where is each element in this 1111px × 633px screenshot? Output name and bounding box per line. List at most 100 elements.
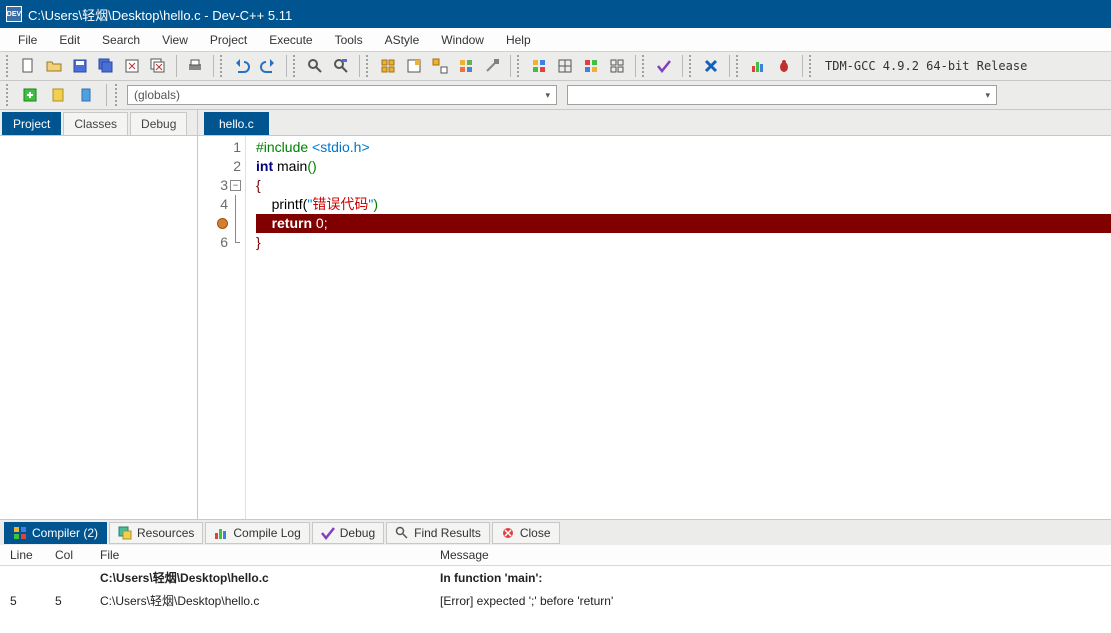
toolbar-grip[interactable] bbox=[115, 84, 119, 106]
bottom-tabs: Compiler (2) Resources Compile Log Debug… bbox=[0, 519, 1111, 545]
rebuild-button[interactable] bbox=[454, 54, 478, 78]
side-tab-debug[interactable]: Debug bbox=[130, 112, 187, 135]
goto-function-button[interactable] bbox=[18, 83, 42, 107]
save-button[interactable] bbox=[68, 54, 92, 78]
menu-execute[interactable]: Execute bbox=[259, 30, 322, 50]
bug-button[interactable] bbox=[772, 54, 796, 78]
bottom-tab-label: Resources bbox=[137, 526, 194, 540]
compiler-output[interactable]: Line Col File Message C:\Users\轻烟\Deskto… bbox=[0, 545, 1111, 633]
close-icon bbox=[501, 526, 515, 540]
toolbar-separator bbox=[176, 55, 177, 77]
search-icon bbox=[395, 526, 409, 540]
redo-button[interactable] bbox=[256, 54, 280, 78]
toolbar-grip[interactable] bbox=[6, 55, 10, 77]
toolbar-separator bbox=[510, 55, 511, 77]
window-title: C:\Users\轻烟\Desktop\hello.c - Dev-C++ 5.… bbox=[28, 5, 292, 24]
toolbar-separator bbox=[213, 55, 214, 77]
menu-project[interactable]: Project bbox=[200, 30, 257, 50]
grid-button-2[interactable] bbox=[553, 54, 577, 78]
check-button[interactable] bbox=[652, 54, 676, 78]
open-button[interactable] bbox=[42, 54, 66, 78]
menu-tools[interactable]: Tools bbox=[325, 30, 373, 50]
menu-bar: File Edit Search View Project Execute To… bbox=[0, 28, 1111, 52]
grid-button-1[interactable] bbox=[527, 54, 551, 78]
close-file-button[interactable] bbox=[120, 54, 144, 78]
menu-file[interactable]: File bbox=[8, 30, 47, 50]
replace-button[interactable] bbox=[329, 54, 353, 78]
goto-line-button[interactable] bbox=[74, 83, 98, 107]
toolbar-separator bbox=[682, 55, 683, 77]
bottom-tab-close[interactable]: Close bbox=[492, 522, 560, 544]
compile-button[interactable] bbox=[376, 54, 400, 78]
scope-dropdown-members[interactable]: ▾ bbox=[567, 85, 997, 105]
close-all-button[interactable] bbox=[146, 54, 170, 78]
abort-button[interactable] bbox=[699, 54, 723, 78]
col-header-col[interactable]: Col bbox=[45, 545, 90, 566]
bookmark-button[interactable] bbox=[46, 83, 70, 107]
col-header-file[interactable]: File bbox=[90, 545, 430, 566]
bottom-tab-label: Compiler (2) bbox=[32, 526, 98, 540]
output-row[interactable]: C:\Users\轻烟\Desktop\hello.c In function … bbox=[0, 566, 1111, 590]
menu-window[interactable]: Window bbox=[431, 30, 494, 50]
toolbar-separator bbox=[106, 84, 107, 106]
error-line[interactable]: return 0; bbox=[256, 214, 1111, 233]
compile-run-button[interactable] bbox=[428, 54, 452, 78]
run-button[interactable] bbox=[402, 54, 426, 78]
output-row[interactable]: 5 5 C:\Users\轻烟\Desktop\hello.c [Error] … bbox=[0, 589, 1111, 612]
compiler-profile-label[interactable]: TDM-GCC 4.9.2 64-bit Release bbox=[819, 59, 1033, 73]
compiler-output-table: Line Col File Message C:\Users\轻烟\Deskto… bbox=[0, 545, 1111, 612]
find-button[interactable] bbox=[303, 54, 327, 78]
col-header-line[interactable]: Line bbox=[0, 545, 45, 566]
bottom-tab-compiler[interactable]: Compiler (2) bbox=[4, 522, 107, 544]
profile-button[interactable] bbox=[746, 54, 770, 78]
editor-tab-hello[interactable]: hello.c bbox=[204, 112, 269, 135]
toolbar-grip[interactable] bbox=[736, 55, 740, 77]
side-tab-project[interactable]: Project bbox=[2, 112, 61, 135]
side-tab-classes[interactable]: Classes bbox=[63, 112, 128, 135]
col-header-message[interactable]: Message bbox=[430, 545, 1111, 566]
side-tabs: Project Classes Debug bbox=[0, 110, 197, 136]
toolbar-grip[interactable] bbox=[220, 55, 224, 77]
new-file-button[interactable] bbox=[16, 54, 40, 78]
scope-dropdown-globals[interactable]: (globals) ▾ bbox=[127, 85, 557, 105]
bottom-tab-resources[interactable]: Resources bbox=[109, 522, 203, 544]
menu-astyle[interactable]: AStyle bbox=[375, 30, 430, 50]
menu-view[interactable]: View bbox=[152, 30, 198, 50]
menu-help[interactable]: Help bbox=[496, 30, 541, 50]
toolbar-grip[interactable] bbox=[809, 55, 813, 77]
barchart-icon bbox=[214, 526, 228, 540]
chevron-down-icon: ▾ bbox=[985, 90, 990, 101]
undo-button[interactable] bbox=[230, 54, 254, 78]
debug-button[interactable] bbox=[480, 54, 504, 78]
save-all-button[interactable] bbox=[94, 54, 118, 78]
code-content[interactable]: #include <stdio.h> int main() { printf("… bbox=[246, 136, 1111, 519]
bottom-tab-label: Compile Log bbox=[233, 526, 300, 540]
bottom-tab-label: Find Results bbox=[414, 526, 481, 540]
fold-toggle-icon[interactable]: − bbox=[230, 180, 241, 191]
line-number: 3 bbox=[220, 176, 228, 195]
grid-button-3[interactable] bbox=[579, 54, 603, 78]
toolbar-grip[interactable] bbox=[689, 55, 693, 77]
gutter: 1 2 3− 4 5 6 bbox=[198, 136, 246, 519]
app-icon: DEV bbox=[6, 6, 22, 22]
toolbar-grip[interactable] bbox=[366, 55, 370, 77]
error-marker-icon[interactable] bbox=[217, 218, 228, 229]
toolbar-separator bbox=[802, 55, 803, 77]
toolbar-grip[interactable] bbox=[6, 84, 10, 106]
bottom-tab-compile-log[interactable]: Compile Log bbox=[205, 522, 309, 544]
check-icon bbox=[321, 526, 335, 540]
toolbar-grip[interactable] bbox=[293, 55, 297, 77]
print-button[interactable] bbox=[183, 54, 207, 78]
menu-search[interactable]: Search bbox=[92, 30, 150, 50]
code-area[interactable]: 1 2 3− 4 5 6 #include <stdio.h> int main… bbox=[198, 136, 1111, 519]
toolbar-grip[interactable] bbox=[517, 55, 521, 77]
editor-area: hello.c 1 2 3− 4 5 6 #include <stdio.h> … bbox=[198, 110, 1111, 519]
bottom-tab-label: Debug bbox=[340, 526, 375, 540]
editor-tabs: hello.c bbox=[198, 110, 1111, 136]
bottom-tab-debug[interactable]: Debug bbox=[312, 522, 384, 544]
toolbar-grip[interactable] bbox=[642, 55, 646, 77]
menu-edit[interactable]: Edit bbox=[49, 30, 90, 50]
grid-button-4[interactable] bbox=[605, 54, 629, 78]
toolbar-separator bbox=[635, 55, 636, 77]
bottom-tab-find-results[interactable]: Find Results bbox=[386, 522, 490, 544]
